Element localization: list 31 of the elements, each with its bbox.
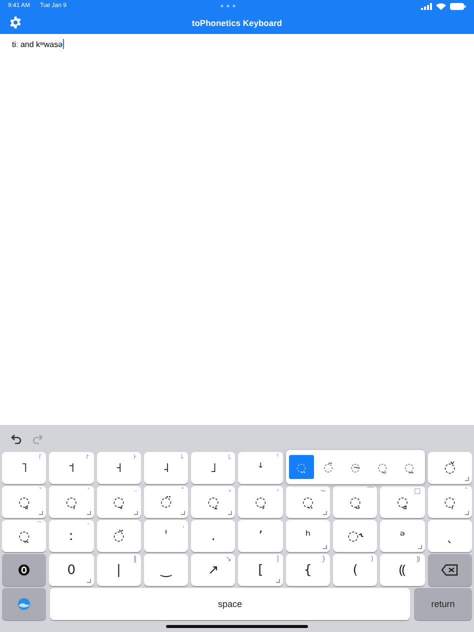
delete-icon — [441, 564, 458, 576]
key[interactable]: ʰ — [286, 520, 330, 552]
wave-logo-icon — [18, 598, 30, 610]
key[interactable]: ‿ — [144, 554, 188, 586]
ring-icon — [18, 564, 30, 576]
key[interactable]: ᵊ — [380, 520, 425, 552]
key[interactable]: ◌˞ — [333, 520, 378, 552]
key[interactable]: ◌̌ — [428, 452, 472, 484]
editor-text: tiː and kʷwasə — [12, 39, 63, 50]
mode-key[interactable] — [2, 554, 46, 586]
space-key[interactable]: space — [50, 588, 410, 620]
key[interactable]: ˎ — [428, 520, 472, 552]
variant-option[interactable]: ◌̰ — [370, 455, 395, 479]
return-key[interactable]: return — [414, 588, 472, 620]
multitask-dots-icon[interactable] — [220, 4, 236, 8]
key[interactable]: 0 — [49, 554, 94, 586]
key[interactable]: . — [191, 520, 236, 552]
text-cursor — [62, 39, 64, 49]
key[interactable]: ◌̆ — [96, 520, 141, 552]
battery-icon — [450, 2, 466, 10]
signal-icon — [421, 2, 432, 10]
variant-option[interactable]: ◌̴ — [342, 455, 368, 479]
text-editor[interactable]: tiː and kʷwasə — [0, 34, 474, 425]
settings-icon[interactable] — [9, 16, 22, 29]
key[interactable]: ʼ — [238, 520, 283, 552]
delete-key[interactable] — [428, 554, 472, 586]
variant-option[interactable]: ◌̼ — [396, 455, 422, 479]
variant-option[interactable]: ◌̃ — [316, 455, 341, 479]
window-title: toPhonetics Keyboard — [192, 18, 282, 28]
wifi-icon — [436, 2, 446, 10]
undo-icon[interactable] — [11, 434, 22, 444]
